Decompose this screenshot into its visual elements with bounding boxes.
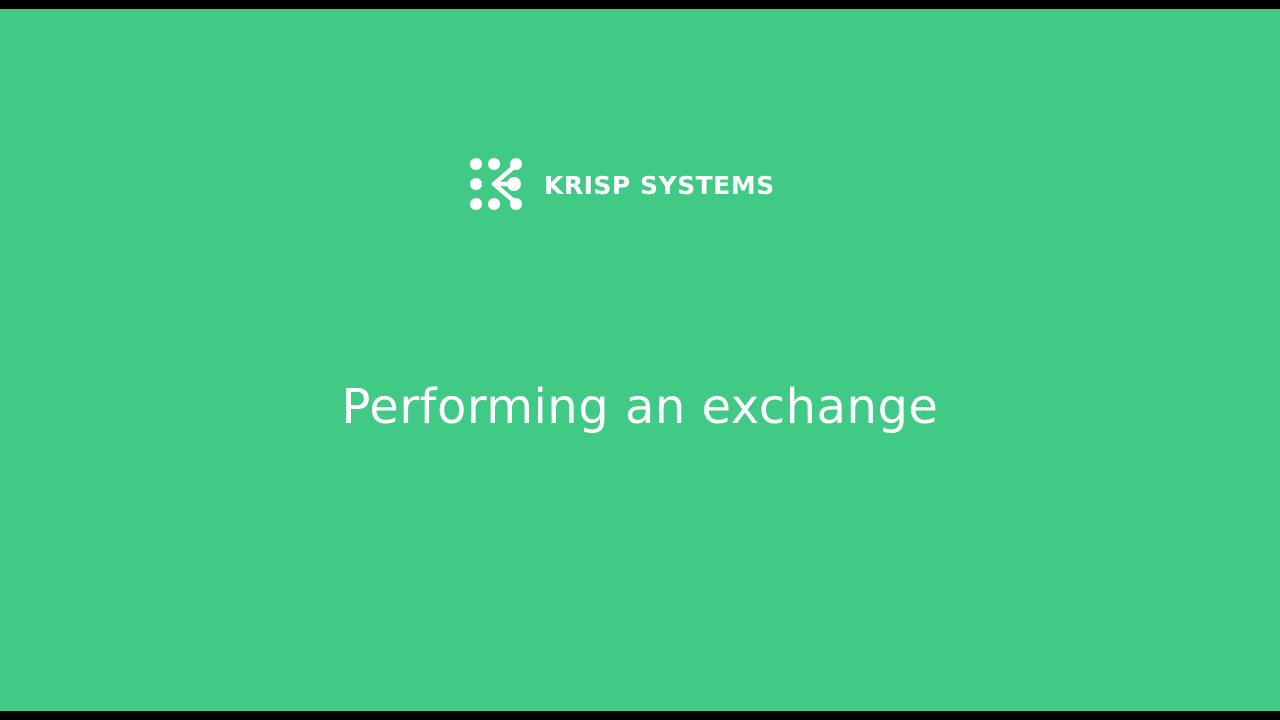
video-frame: KRISP SYSTEMS Performing an exchange: [0, 0, 1280, 720]
slide-title: Performing an exchange: [341, 379, 939, 435]
brand-name: KRISP SYSTEMS: [544, 170, 775, 200]
title-slide: KRISP SYSTEMS Performing an exchange: [0, 9, 1280, 711]
krisp-dots-logo-icon: [470, 158, 522, 210]
brand-logo: KRISP SYSTEMS: [468, 149, 775, 219]
